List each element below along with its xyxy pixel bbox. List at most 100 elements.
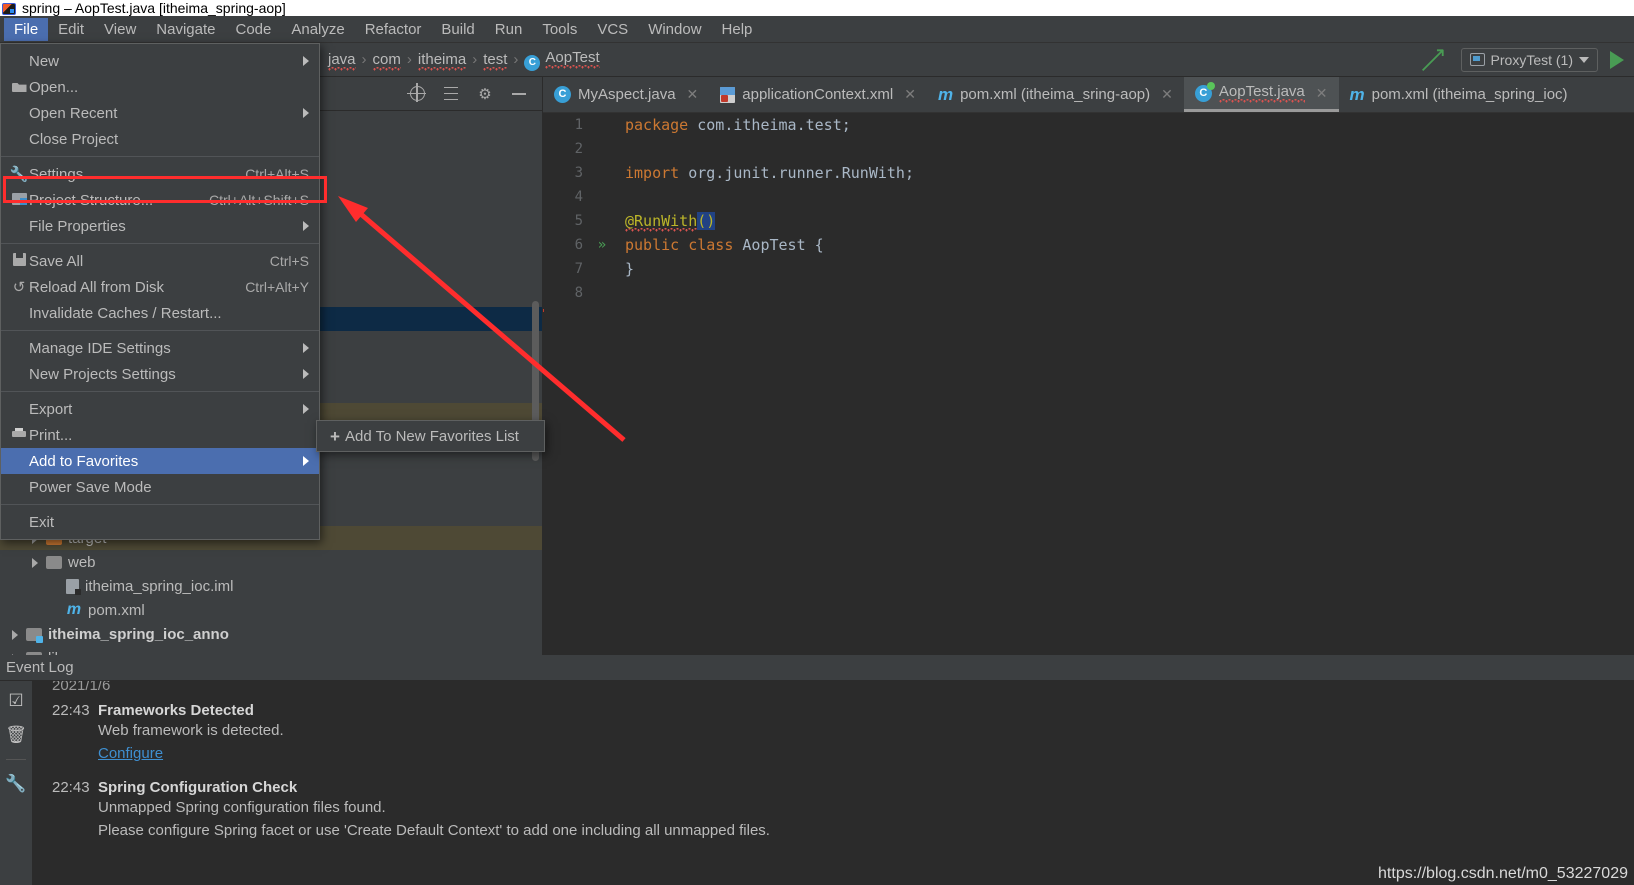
menu-bar: File Edit View Navigate Code Analyze Refactor B… bbox=[0, 16, 1634, 43]
menu-code[interactable]: Code bbox=[225, 18, 281, 41]
menu-build[interactable]: Build bbox=[431, 18, 484, 41]
menu-vcs[interactable]: VCS bbox=[587, 18, 638, 41]
submenu-arrow-icon bbox=[303, 404, 309, 414]
menu-item-export[interactable]: Export bbox=[1, 396, 319, 422]
code-token: com.itheima.test; bbox=[697, 116, 851, 134]
menu-item-reload-all-from-disk[interactable]: ↺ Reload All from Disk Ctrl+Alt+Y bbox=[1, 274, 319, 300]
event-log-entry: 22:43 Frameworks Detected Web framework … bbox=[52, 702, 1634, 765]
breadcrumb-item-test[interactable]: test bbox=[479, 51, 511, 68]
breadcrumb-separator: › bbox=[361, 51, 367, 68]
close-icon[interactable]: ✕ bbox=[1161, 86, 1173, 103]
menu-item-file-properties[interactable]: File Properties bbox=[1, 213, 319, 239]
menu-separator bbox=[1, 243, 319, 244]
editor-tab-aoptest-java[interactable]: C AopTest.java ✕ bbox=[1183, 77, 1339, 112]
editor-tab-pom-xml-itheima-spring-ioc[interactable]: m pom.xml (itheima_spring_ioc) bbox=[1339, 77, 1579, 112]
tree-row-label: itheima_spring_ioc_anno bbox=[48, 625, 229, 643]
hide-icon[interactable] bbox=[510, 85, 528, 103]
tree-row[interactable]: web bbox=[0, 550, 542, 574]
collapse-all-icon[interactable] bbox=[442, 85, 460, 103]
menu-item-add-to-new-favorites-list[interactable]: + Add To New Favorites List bbox=[317, 423, 544, 449]
menu-item-power-save-mode[interactable]: Power Save Mode bbox=[1, 474, 319, 500]
code-line: 5 @RunWith() bbox=[543, 209, 1634, 233]
submenu-arrow-icon bbox=[303, 343, 309, 353]
menu-item-label: Add to Favorites bbox=[29, 452, 139, 470]
line-number: 5 bbox=[574, 213, 583, 229]
run-gutter-icon[interactable]: » bbox=[591, 237, 613, 253]
chevron-right-icon[interactable] bbox=[28, 555, 42, 569]
menu-item-add-to-favorites[interactable]: Add to Favorites bbox=[1, 448, 319, 474]
module-icon bbox=[26, 627, 43, 643]
gear-icon[interactable]: ⚙ bbox=[476, 85, 494, 103]
code-editor[interactable]: 1 package com.itheima.test; 2 3 import org.j… bbox=[543, 113, 1634, 655]
line-number: 2 bbox=[574, 141, 583, 157]
tree-row[interactable]: itheima_spring_ioc_anno bbox=[0, 622, 542, 646]
code-line: 2 bbox=[543, 137, 1634, 161]
chevron-down-icon[interactable] bbox=[1579, 56, 1589, 63]
menu-item-exit[interactable]: Exit bbox=[1, 509, 319, 535]
menu-analyze[interactable]: Analyze bbox=[281, 18, 354, 41]
print-icon bbox=[9, 427, 29, 443]
menu-navigate[interactable]: Navigate bbox=[146, 18, 225, 41]
menu-edit[interactable]: Edit bbox=[48, 18, 94, 41]
maven-icon: m bbox=[66, 601, 82, 618]
settings-wrench-icon[interactable]: 🔧 bbox=[5, 774, 26, 794]
menu-tools[interactable]: Tools bbox=[532, 18, 587, 41]
code-text: package com.itheima.test; bbox=[613, 116, 851, 134]
code-token: { bbox=[814, 236, 824, 254]
menu-item-shortcut: Ctrl+S bbox=[269, 253, 309, 269]
menu-item-close-project[interactable]: Close Project bbox=[1, 126, 319, 152]
event-log-title[interactable]: Event Log bbox=[0, 655, 1634, 681]
menu-view[interactable]: View bbox=[94, 18, 146, 41]
editor-tab-applicationcontext-xml[interactable]: applicationContext.xml ✕ bbox=[709, 77, 927, 112]
tree-row[interactable]: itheima_spring_ioc.iml bbox=[0, 574, 542, 598]
menu-item-new[interactable]: New bbox=[1, 48, 319, 74]
close-icon[interactable]: ✕ bbox=[687, 86, 699, 103]
menu-window[interactable]: Window bbox=[638, 18, 711, 41]
code-token: class bbox=[688, 236, 743, 254]
line-number: 1 bbox=[574, 117, 583, 133]
menu-refactor[interactable]: Refactor bbox=[355, 18, 432, 41]
breadcrumb-item-java[interactable]: java bbox=[324, 51, 360, 68]
tree-row-label: itheima_spring_ioc.iml bbox=[85, 577, 234, 595]
menu-item-settings[interactable]: 🔧 Settings... Ctrl+Alt+S bbox=[1, 161, 319, 187]
menu-item-open[interactable]: Open... bbox=[1, 74, 319, 100]
menu-item-print[interactable]: Print... bbox=[1, 422, 319, 448]
menu-item-save-all[interactable]: Save All Ctrl+S bbox=[1, 248, 319, 274]
menu-item-new-projects-settings[interactable]: New Projects Settings bbox=[1, 361, 319, 387]
file-menu-popup[interactable]: New Open... Open Recent Close Project 🔧 Setti… bbox=[0, 43, 320, 540]
breadcrumb-item-com[interactable]: com bbox=[369, 51, 405, 68]
divider bbox=[6, 759, 26, 760]
chevron-right-icon[interactable] bbox=[8, 627, 22, 641]
java-class-icon: C bbox=[554, 86, 571, 103]
watermark: https://blog.csdn.net/m0_53227029 bbox=[1378, 865, 1628, 882]
menu-item-invalidate-caches-restart[interactable]: Invalidate Caches / Restart... bbox=[1, 300, 319, 326]
configure-link[interactable]: Configure bbox=[98, 742, 163, 765]
close-icon[interactable]: ✕ bbox=[904, 86, 916, 103]
menu-file[interactable]: File bbox=[4, 17, 49, 41]
close-icon[interactable]: ✕ bbox=[1316, 85, 1328, 102]
locate-target-icon[interactable] bbox=[406, 83, 426, 103]
mark-read-icon[interactable]: ☑ bbox=[6, 691, 26, 711]
tree-row[interactable]: lib bbox=[0, 646, 542, 655]
add-to-favorites-submenu[interactable]: + Add To New Favorites List bbox=[316, 420, 545, 452]
menu-run[interactable]: Run bbox=[485, 18, 533, 41]
trash-icon[interactable]: 🗑 bbox=[5, 725, 27, 745]
breadcrumb-item-itheima[interactable]: itheima bbox=[414, 51, 470, 68]
run-configuration-selector[interactable]: ProxyTest (1) bbox=[1460, 47, 1598, 72]
menu-item-open-recent[interactable]: Open Recent bbox=[1, 100, 319, 126]
menu-item-project-structure[interactable]: Project Structure... Ctrl+Alt+Shift+S bbox=[1, 187, 319, 213]
breadcrumb-item-aoptest[interactable]: C AopTest bbox=[520, 48, 603, 71]
editor-tab-pom-xml-itheima-sring-aop[interactable]: m pom.xml (itheima_sring-aop) ✕ bbox=[927, 77, 1184, 112]
window-title: spring – AopTest.java [itheima_spring-ao… bbox=[22, 0, 286, 16]
menu-help[interactable]: Help bbox=[712, 18, 763, 41]
code-token: org.junit.runner. bbox=[688, 164, 842, 182]
run-play-icon[interactable] bbox=[1610, 50, 1624, 69]
breadcrumb-label: java bbox=[328, 51, 356, 72]
menu-item-label: Add To New Favorites List bbox=[345, 427, 519, 445]
tree-row[interactable]: m pom.xml bbox=[0, 598, 542, 622]
menu-item-manage-ide-settings[interactable]: Manage IDE Settings bbox=[1, 335, 319, 361]
editor-tab-myaspect-java[interactable]: C MyAspect.java ✕ bbox=[543, 77, 709, 112]
hammer-icon[interactable]: ⟶ bbox=[1412, 39, 1452, 79]
code-token: () bbox=[697, 212, 716, 230]
